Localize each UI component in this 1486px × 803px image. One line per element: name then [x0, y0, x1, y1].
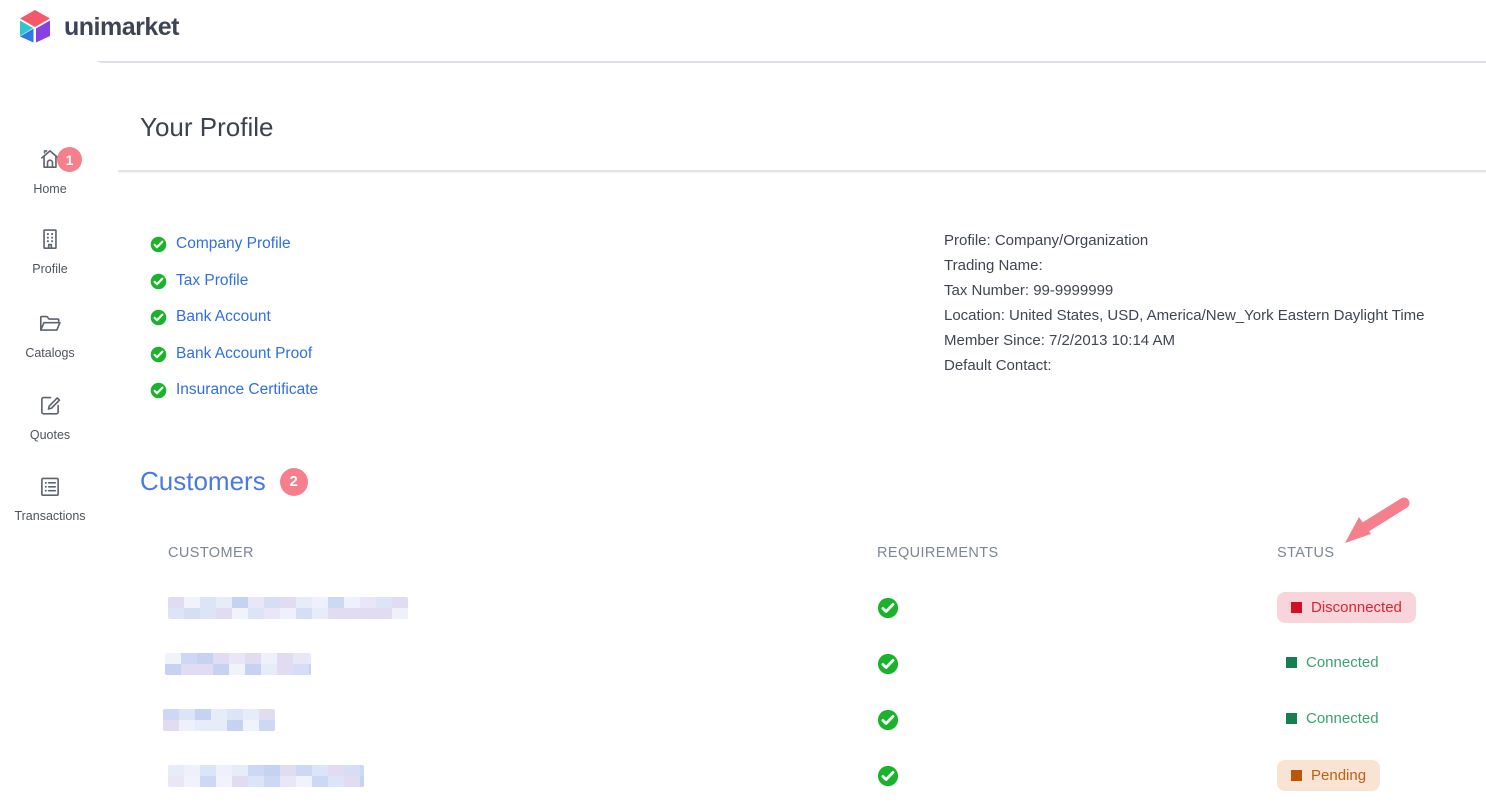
column-header-customer: CUSTOMER: [168, 545, 254, 561]
table-row[interactable]: Connected: [0, 641, 1486, 687]
table-row[interactable]: Disconnected: [0, 585, 1486, 631]
header-divider: [97, 61, 1486, 63]
annotation-arrow-icon: [1336, 496, 1416, 548]
profile-type-line: Profile: Company/Organization: [944, 228, 1425, 253]
sidebar-item-quotes[interactable]: Quotes: [0, 392, 100, 442]
status-badge: Pending: [1277, 760, 1380, 791]
checklist-link-label: Bank Account: [176, 308, 271, 326]
sidebar: 1 Home Profile: [0, 62, 100, 803]
check-circle-icon: [150, 382, 167, 399]
column-header-requirements: REQUIREMENTS: [877, 545, 999, 561]
brand-name: unimarket: [64, 13, 179, 42]
requirements-met-icon: [877, 653, 899, 675]
sidebar-item-label: Quotes: [0, 428, 100, 442]
sidebar-item-transactions[interactable]: Transactions: [0, 473, 100, 523]
status-label: Disconnected: [1311, 599, 1402, 616]
check-circle-icon: [150, 236, 167, 253]
sidebar-item-home[interactable]: 1 Home: [0, 146, 100, 196]
customer-name-redacted: [163, 709, 275, 731]
building-icon: [37, 226, 63, 252]
link-company-profile[interactable]: Company Profile: [150, 232, 291, 256]
customer-name-redacted: [168, 597, 408, 619]
top-header: unimarket: [0, 0, 1486, 62]
checklist-link-label: Tax Profile: [176, 272, 248, 290]
default-contact-line: Default Contact:: [944, 353, 1425, 378]
sidebar-item-label: Transactions: [0, 509, 100, 523]
sidebar-item-profile[interactable]: Profile: [0, 226, 100, 276]
sidebar-item-label: Profile: [0, 262, 100, 276]
status-label: Connected: [1306, 654, 1379, 671]
requirements-met-icon: [877, 709, 899, 731]
member-since-line: Member Since: 7/2/2013 10:14 AM: [944, 328, 1425, 353]
customers-heading: Customers: [140, 466, 266, 497]
location-line: Location: United States, USD, America/Ne…: [944, 303, 1425, 328]
pencil-edit-icon: [37, 392, 63, 418]
link-insurance-certificate[interactable]: Insurance Certificate: [150, 378, 318, 402]
status-square-icon: [1291, 602, 1302, 613]
customers-annotation-badge: 2: [280, 468, 308, 496]
status-square-icon: [1286, 713, 1297, 724]
status-badge: Disconnected: [1277, 592, 1416, 623]
sidebar-item-catalogs[interactable]: Catalogs: [0, 310, 100, 360]
checklist-link-label: Company Profile: [176, 235, 291, 253]
status-square-icon: [1286, 657, 1297, 668]
section-divider: [118, 170, 1486, 172]
home-notification-badge: 1: [57, 147, 82, 172]
table-row[interactable]: Connected: [0, 697, 1486, 743]
trading-name-line: Trading Name:: [944, 253, 1425, 278]
requirements-met-icon: [877, 765, 899, 787]
requirements-met-icon: [877, 597, 899, 619]
status-label: Pending: [1311, 767, 1366, 784]
status-badge: Connected: [1286, 654, 1379, 671]
column-header-status: STATUS: [1277, 545, 1334, 561]
brand-logo[interactable]: unimarket: [16, 9, 179, 45]
tax-number-line: Tax Number: 99-9999999: [944, 278, 1425, 303]
status-badge: Connected: [1286, 710, 1379, 727]
check-circle-icon: [150, 309, 167, 326]
customers-heading-row: Customers 2: [140, 466, 308, 497]
folder-open-icon: [37, 310, 63, 336]
sidebar-item-label: Home: [0, 182, 100, 196]
profile-summary: Profile: Company/Organization Trading Na…: [944, 228, 1425, 378]
page-title: Your Profile: [140, 112, 273, 143]
status-label: Connected: [1306, 710, 1379, 727]
sidebar-item-label: Catalogs: [0, 346, 100, 360]
link-bank-account-proof[interactable]: Bank Account Proof: [150, 342, 312, 366]
check-circle-icon: [150, 346, 167, 363]
status-square-icon: [1291, 770, 1302, 781]
table-row[interactable]: Pending: [0, 753, 1486, 799]
unimarket-cube-icon: [16, 9, 54, 45]
checklist-link-label: Bank Account Proof: [176, 345, 312, 363]
link-tax-profile[interactable]: Tax Profile: [150, 269, 248, 293]
checklist-link-label: Insurance Certificate: [176, 381, 318, 399]
app-window: unimarket 1 Home: [0, 0, 1486, 803]
customer-name-redacted: [168, 765, 364, 787]
customer-name-redacted: [165, 653, 311, 675]
link-bank-account[interactable]: Bank Account: [150, 305, 271, 329]
list-icon: [37, 473, 63, 499]
check-circle-icon: [150, 273, 167, 290]
